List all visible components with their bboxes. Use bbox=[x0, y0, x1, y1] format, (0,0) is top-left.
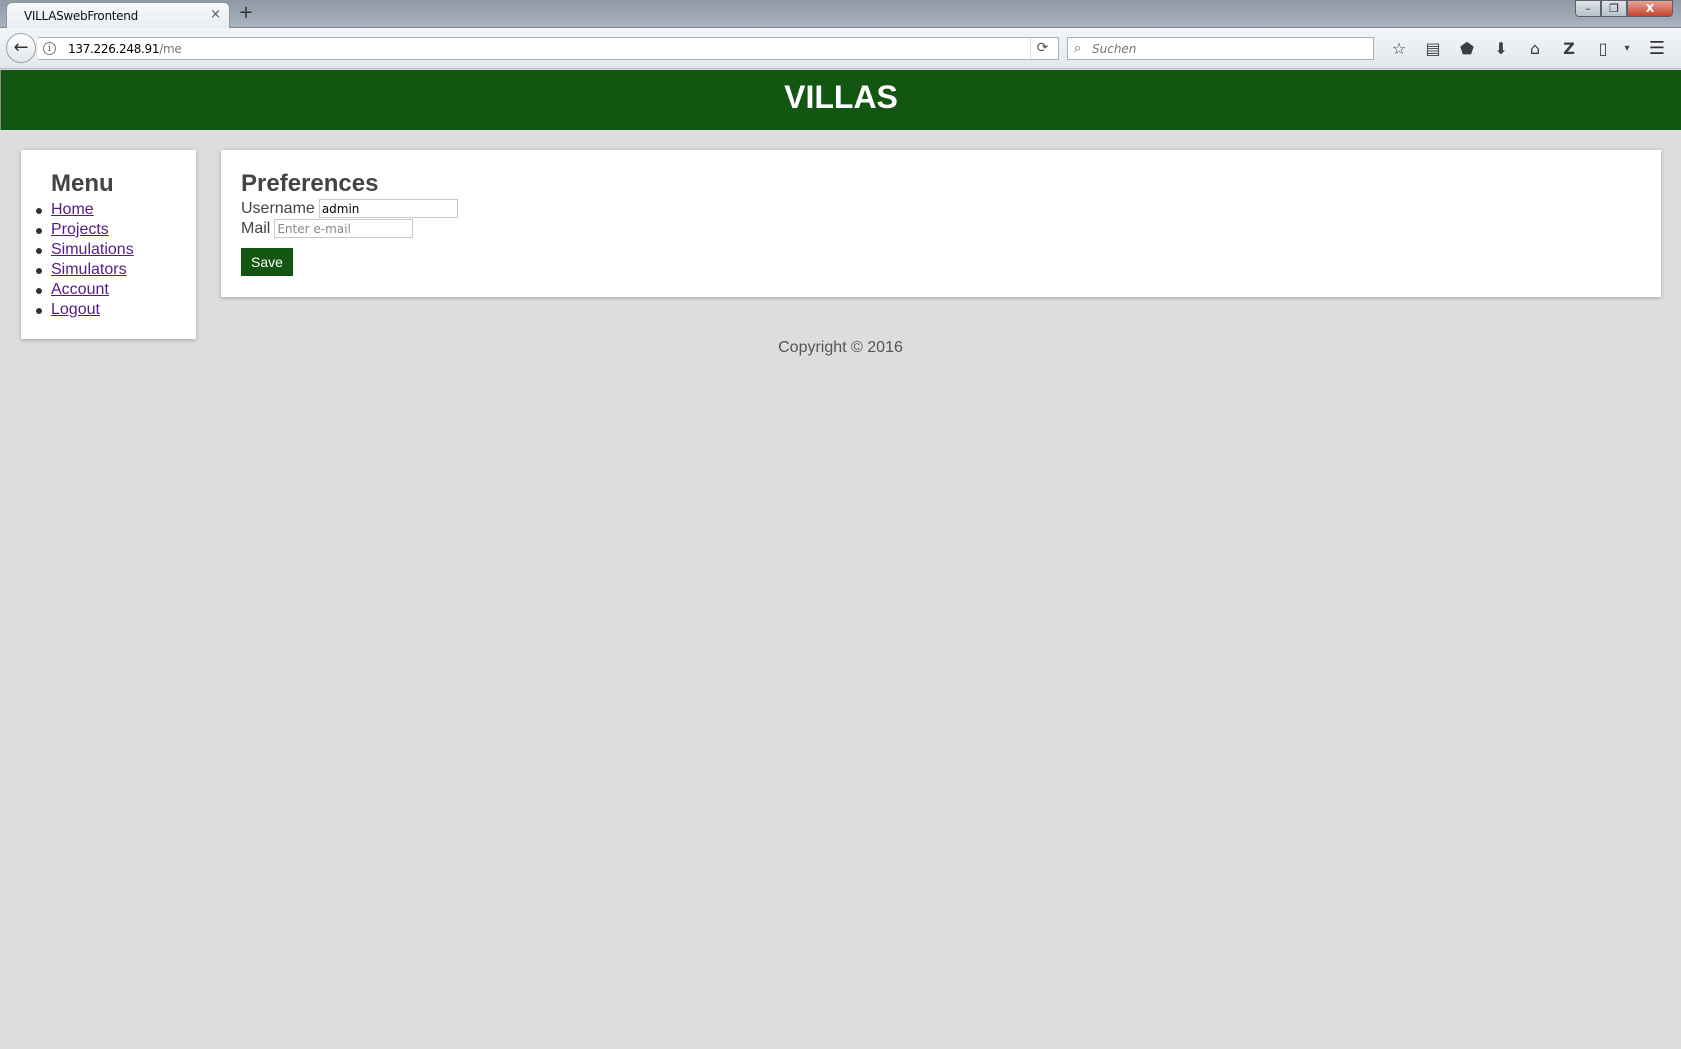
menu-link-account[interactable]: Account bbox=[51, 281, 109, 298]
username-row: Username bbox=[241, 199, 458, 218]
username-label: Username bbox=[241, 199, 315, 217]
menu-link-logout[interactable]: Logout bbox=[51, 301, 100, 318]
dropdown-icon[interactable]: ▾ bbox=[1620, 37, 1634, 60]
mail-label: Mail bbox=[241, 219, 271, 237]
save-button[interactable]: Save bbox=[241, 248, 293, 276]
zotero-icon[interactable]: Z bbox=[1552, 37, 1586, 60]
bullet bbox=[36, 288, 42, 294]
search-icon: ⌕ bbox=[1074, 41, 1082, 56]
page-icon[interactable]: ▯ bbox=[1586, 37, 1620, 60]
menu-item-account: Account bbox=[36, 280, 134, 300]
menu-item-projects: Projects bbox=[36, 220, 134, 240]
search-bar[interactable]: ⌕ bbox=[1067, 37, 1374, 60]
preferences-panel: Preferences Username Mail Save bbox=[221, 150, 1661, 297]
close-tab-icon[interactable]: × bbox=[210, 7, 221, 22]
footer-copyright: Copyright © 2016 bbox=[778, 339, 903, 356]
bullet bbox=[36, 228, 42, 234]
window-close-icon[interactable]: X bbox=[1627, 0, 1673, 17]
page-title: Preferences bbox=[241, 170, 379, 197]
home-icon[interactable]: ⌂ bbox=[1518, 37, 1552, 60]
info-icon[interactable]: i bbox=[43, 42, 56, 55]
menu-link-simulators[interactable]: Simulators bbox=[51, 261, 127, 278]
bullet bbox=[36, 308, 42, 314]
menu-item-home: Home bbox=[36, 200, 134, 220]
restore-icon[interactable]: ❐ bbox=[1601, 0, 1627, 17]
username-field[interactable] bbox=[318, 199, 458, 218]
bullet bbox=[36, 248, 42, 254]
menu-link-home[interactable]: Home bbox=[51, 201, 94, 218]
address-bar[interactable]: i 137.226.248.91/me ⟳ bbox=[38, 37, 1059, 60]
window-controls: – ❐ X bbox=[1575, 0, 1673, 17]
url-path: /me bbox=[159, 42, 182, 56]
tab-title: VILLASwebFrontend bbox=[24, 9, 138, 23]
menu-item-logout: Logout bbox=[36, 300, 134, 320]
browser-toolbar: ☆ ▤ ⬟ ⬇ ⌂ Z ▯ ▾ bbox=[1382, 37, 1634, 60]
url-host: 137.226.248.91 bbox=[68, 42, 160, 56]
menu-panel: Menu Home Projects Simulations Simulator… bbox=[21, 150, 196, 339]
pocket-icon[interactable]: ⬟ bbox=[1450, 37, 1484, 60]
browser-tab[interactable]: VILLASwebFrontend × bbox=[6, 2, 230, 29]
brand-title: VILLAS bbox=[784, 79, 898, 115]
reload-icon[interactable]: ⟳ bbox=[1030, 38, 1054, 59]
mail-row: Mail bbox=[241, 219, 414, 238]
back-arrow-icon[interactable]: ← bbox=[6, 33, 36, 63]
new-tab-icon[interactable]: + bbox=[236, 3, 256, 23]
bookmark-star-icon[interactable]: ☆ bbox=[1382, 37, 1416, 60]
menu-link-simulations[interactable]: Simulations bbox=[51, 241, 134, 258]
download-icon[interactable]: ⬇ bbox=[1484, 37, 1518, 60]
url-text[interactable]: 137.226.248.91/me bbox=[68, 42, 182, 56]
menu-item-simulations: Simulations bbox=[36, 240, 134, 260]
search-input[interactable] bbox=[1092, 40, 1362, 57]
bullet bbox=[36, 208, 42, 214]
minimize-icon[interactable]: – bbox=[1575, 0, 1601, 17]
menu-link-projects[interactable]: Projects bbox=[51, 221, 109, 238]
reading-list-icon[interactable]: ▤ bbox=[1416, 37, 1450, 60]
menu-list: Home Projects Simulations Simulators Acc… bbox=[36, 200, 134, 320]
browser-navbar: ← i 137.226.248.91/me ⟳ ⌕ ☆ ▤ ⬟ ⬇ ⌂ Z ▯ … bbox=[0, 28, 1681, 69]
email-field[interactable] bbox=[274, 219, 414, 238]
tab-strip: VILLASwebFrontend × + – ❐ X bbox=[0, 0, 1681, 29]
menu-item-simulators: Simulators bbox=[36, 260, 134, 280]
menu-title: Menu bbox=[51, 170, 114, 197]
hamburger-menu-icon[interactable]: ☰ bbox=[1645, 37, 1669, 60]
bullet bbox=[36, 268, 42, 274]
page-header: VILLAS bbox=[0, 70, 1681, 130]
